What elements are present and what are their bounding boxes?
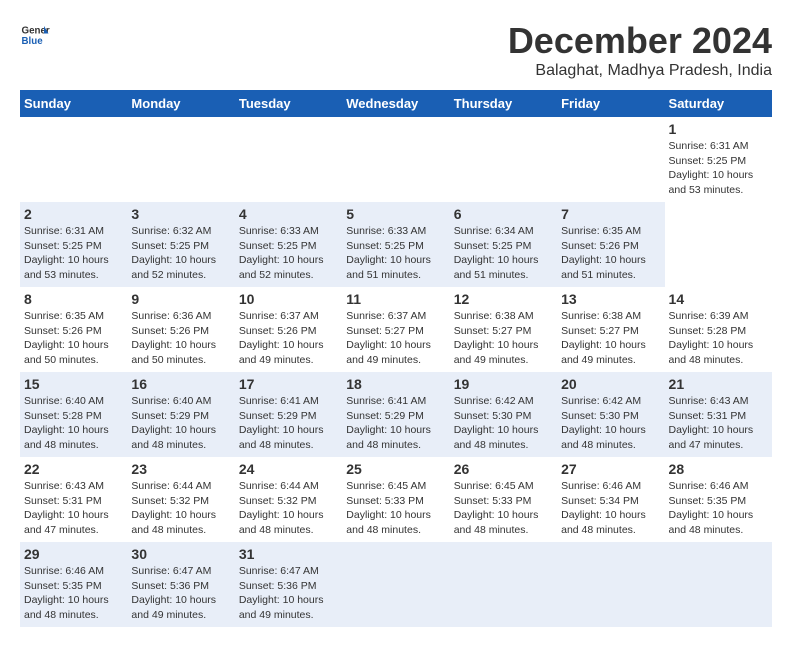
empty-cell (127, 117, 234, 202)
logo-icon: General Blue (20, 20, 50, 50)
title-section: December 2024 Balaghat, Madhya Pradesh, … (508, 20, 772, 80)
empty-cell (20, 117, 127, 202)
calendar-day-14: 14Sunrise: 6:39 AMSunset: 5:28 PMDayligh… (665, 287, 772, 372)
empty-cell (235, 117, 342, 202)
calendar-day-11: 11Sunrise: 6:37 AMSunset: 5:27 PMDayligh… (342, 287, 449, 372)
week-row-5: 22Sunrise: 6:43 AMSunset: 5:31 PMDayligh… (20, 457, 772, 542)
sub-title: Balaghat, Madhya Pradesh, India (508, 62, 772, 80)
calendar-day-30: 30Sunrise: 6:47 AMSunset: 5:36 PMDayligh… (127, 542, 234, 627)
calendar-day-23: 23Sunrise: 6:44 AMSunset: 5:32 PMDayligh… (127, 457, 234, 542)
calendar-day-8: 8Sunrise: 6:35 AMSunset: 5:26 PMDaylight… (20, 287, 127, 372)
header-thursday: Thursday (450, 90, 557, 117)
calendar-day-10: 10Sunrise: 6:37 AMSunset: 5:26 PMDayligh… (235, 287, 342, 372)
calendar-day-6: 6Sunrise: 6:34 AMSunset: 5:25 PMDaylight… (450, 202, 557, 287)
main-title: December 2024 (508, 20, 772, 62)
calendar-table: SundayMondayTuesdayWednesdayThursdayFrid… (20, 90, 772, 627)
empty-cell (342, 542, 449, 627)
calendar-day-26: 26Sunrise: 6:45 AMSunset: 5:33 PMDayligh… (450, 457, 557, 542)
week-row-2: 2Sunrise: 6:31 AMSunset: 5:25 PMDaylight… (20, 202, 772, 287)
week-row-6: 29Sunrise: 6:46 AMSunset: 5:35 PMDayligh… (20, 542, 772, 627)
calendar-day-20: 20Sunrise: 6:42 AMSunset: 5:30 PMDayligh… (557, 372, 664, 457)
calendar-day-7: 7Sunrise: 6:35 AMSunset: 5:26 PMDaylight… (557, 202, 664, 287)
calendar-day-16: 16Sunrise: 6:40 AMSunset: 5:29 PMDayligh… (127, 372, 234, 457)
empty-cell (342, 117, 449, 202)
calendar-day-2: 2Sunrise: 6:31 AMSunset: 5:25 PMDaylight… (20, 202, 127, 287)
empty-cell (557, 117, 664, 202)
week-row-3: 8Sunrise: 6:35 AMSunset: 5:26 PMDaylight… (20, 287, 772, 372)
calendar-day-9: 9Sunrise: 6:36 AMSunset: 5:26 PMDaylight… (127, 287, 234, 372)
svg-text:Blue: Blue (22, 36, 44, 47)
header-friday: Friday (557, 90, 664, 117)
calendar-day-12: 12Sunrise: 6:38 AMSunset: 5:27 PMDayligh… (450, 287, 557, 372)
page-header: General Blue December 2024 Balaghat, Mad… (20, 20, 772, 80)
calendar-day-24: 24Sunrise: 6:44 AMSunset: 5:32 PMDayligh… (235, 457, 342, 542)
calendar-day-19: 19Sunrise: 6:42 AMSunset: 5:30 PMDayligh… (450, 372, 557, 457)
calendar-day-31: 31Sunrise: 6:47 AMSunset: 5:36 PMDayligh… (235, 542, 342, 627)
header-wednesday: Wednesday (342, 90, 449, 117)
logo: General Blue (20, 20, 50, 50)
empty-cell (665, 542, 772, 627)
calendar-day-3: 3Sunrise: 6:32 AMSunset: 5:25 PMDaylight… (127, 202, 234, 287)
calendar-day-22: 22Sunrise: 6:43 AMSunset: 5:31 PMDayligh… (20, 457, 127, 542)
week-row-1: 1Sunrise: 6:31 AMSunset: 5:25 PMDaylight… (20, 117, 772, 202)
header-saturday: Saturday (665, 90, 772, 117)
empty-cell (450, 542, 557, 627)
header-tuesday: Tuesday (235, 90, 342, 117)
calendar-day-27: 27Sunrise: 6:46 AMSunset: 5:34 PMDayligh… (557, 457, 664, 542)
calendar-day-18: 18Sunrise: 6:41 AMSunset: 5:29 PMDayligh… (342, 372, 449, 457)
header-sunday: Sunday (20, 90, 127, 117)
calendar-day-15: 15Sunrise: 6:40 AMSunset: 5:28 PMDayligh… (20, 372, 127, 457)
calendar-day-5: 5Sunrise: 6:33 AMSunset: 5:25 PMDaylight… (342, 202, 449, 287)
calendar-day-13: 13Sunrise: 6:38 AMSunset: 5:27 PMDayligh… (557, 287, 664, 372)
week-row-4: 15Sunrise: 6:40 AMSunset: 5:28 PMDayligh… (20, 372, 772, 457)
calendar-day-29: 29Sunrise: 6:46 AMSunset: 5:35 PMDayligh… (20, 542, 127, 627)
empty-cell (450, 117, 557, 202)
calendar-day-25: 25Sunrise: 6:45 AMSunset: 5:33 PMDayligh… (342, 457, 449, 542)
calendar-header-row: SundayMondayTuesdayWednesdayThursdayFrid… (20, 90, 772, 117)
calendar-day-21: 21Sunrise: 6:43 AMSunset: 5:31 PMDayligh… (665, 372, 772, 457)
calendar-day-28: 28Sunrise: 6:46 AMSunset: 5:35 PMDayligh… (665, 457, 772, 542)
calendar-day-1: 1Sunrise: 6:31 AMSunset: 5:25 PMDaylight… (665, 117, 772, 202)
calendar-day-4: 4Sunrise: 6:33 AMSunset: 5:25 PMDaylight… (235, 202, 342, 287)
header-monday: Monday (127, 90, 234, 117)
empty-cell (557, 542, 664, 627)
calendar-day-17: 17Sunrise: 6:41 AMSunset: 5:29 PMDayligh… (235, 372, 342, 457)
